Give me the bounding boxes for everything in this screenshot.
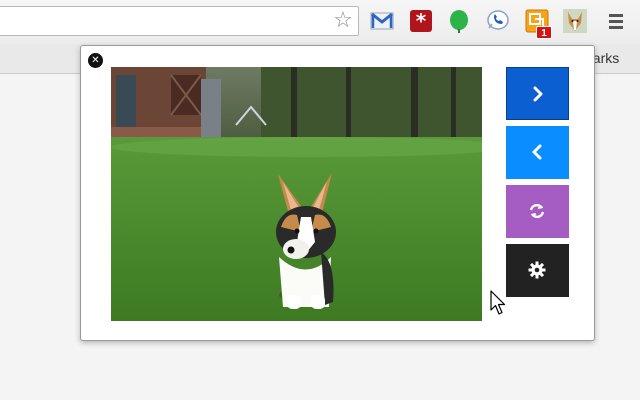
corgi-extension-icon[interactable] [563, 9, 587, 33]
next-button[interactable] [506, 67, 569, 120]
chrome-menu-icon[interactable] [604, 10, 628, 34]
phone-call-icon[interactable] [486, 9, 510, 33]
lastpass-icon[interactable]: * [409, 9, 433, 33]
chevron-left-icon [532, 144, 542, 160]
evernote-leaf-icon[interactable] [447, 9, 471, 33]
previous-button[interactable] [506, 126, 569, 179]
refresh-icon [529, 203, 545, 219]
notification-badge: 1 [536, 26, 552, 39]
browser-toolbar: ☆ * 1 [0, 0, 640, 44]
refresh-button[interactable] [506, 185, 569, 238]
mouse-cursor-icon [490, 290, 506, 321]
chevron-right-icon [533, 86, 543, 102]
corgi-puppy-photo [111, 67, 482, 321]
corgi-popup: ✕ [80, 45, 595, 341]
close-icon[interactable]: ✕ [88, 53, 103, 68]
bookmark-star-icon[interactable]: ☆ [332, 10, 354, 32]
settings-button[interactable] [506, 244, 569, 297]
gmail-icon[interactable] [370, 9, 394, 33]
svg-text:*: * [416, 9, 427, 33]
gear-icon [528, 261, 546, 279]
address-bar[interactable]: ☆ [0, 6, 359, 36]
